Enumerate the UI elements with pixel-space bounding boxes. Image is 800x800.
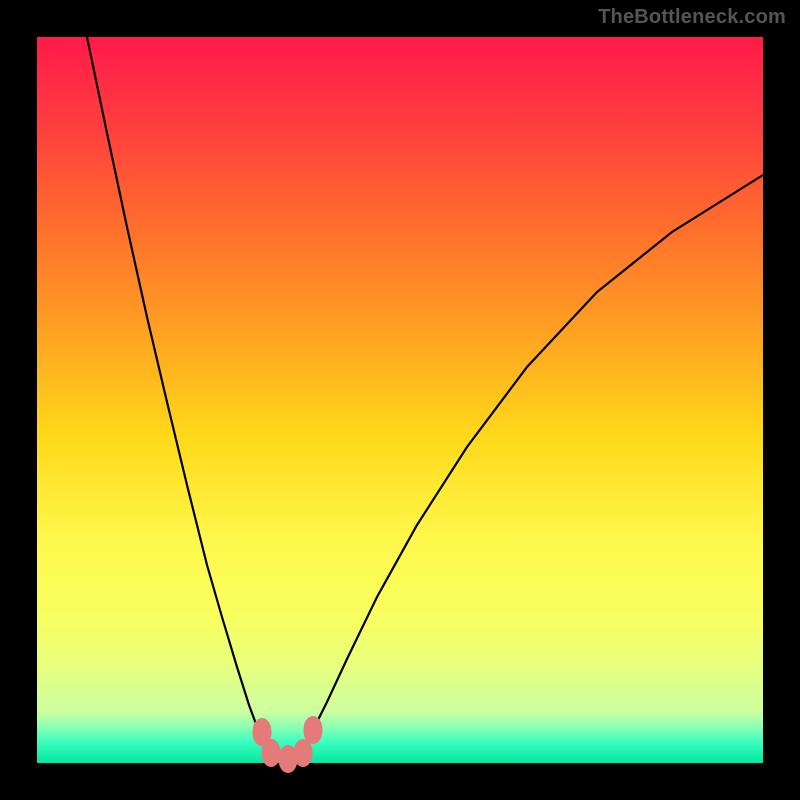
valley-marker [262, 739, 281, 767]
chart-frame: TheBottleneck.com [0, 0, 800, 800]
curve-svg [37, 37, 763, 763]
watermark-text: TheBottleneck.com [598, 6, 786, 29]
valley-marker [304, 716, 323, 744]
plot-area [37, 37, 763, 763]
curve-right [302, 175, 763, 749]
curve-left [87, 37, 267, 749]
